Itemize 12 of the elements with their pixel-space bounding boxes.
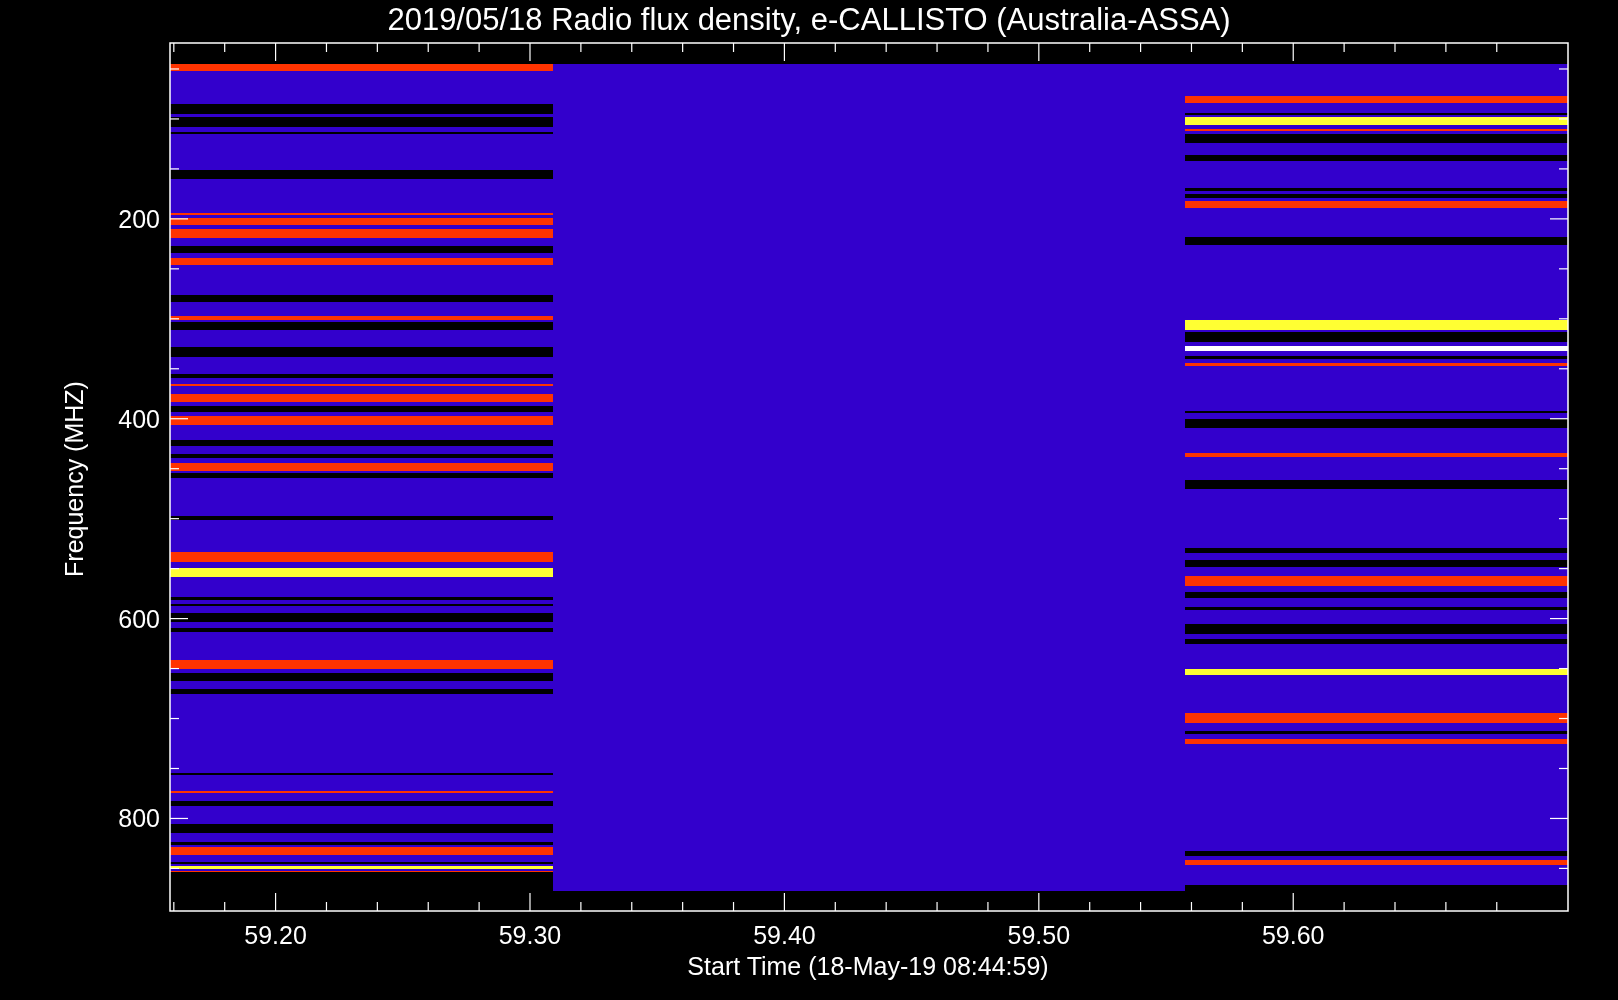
axis-tick-label: 800 [118, 804, 160, 833]
axis-tick-label: 59.40 [753, 921, 816, 949]
axis-tick-label: 400 [118, 404, 160, 433]
chart-title: 2019/05/18 Radio flux density, e-CALLISTO (Australia-ASSA) [387, 2, 1231, 37]
axis-tick-label: 200 [118, 204, 160, 233]
axis-label: Frequency (MHZ) [60, 381, 88, 577]
axis-tick-label: 59.30 [498, 921, 562, 949]
axis-tick-label: 600 [118, 604, 160, 633]
axis-tick-label: 59.50 [1007, 921, 1071, 949]
axis-tick-label: 59.60 [1261, 921, 1325, 949]
axis-tick-label: 59.20 [244, 921, 307, 949]
axis-label: Start Time (18-May-19 08:44:59) [687, 952, 1049, 980]
